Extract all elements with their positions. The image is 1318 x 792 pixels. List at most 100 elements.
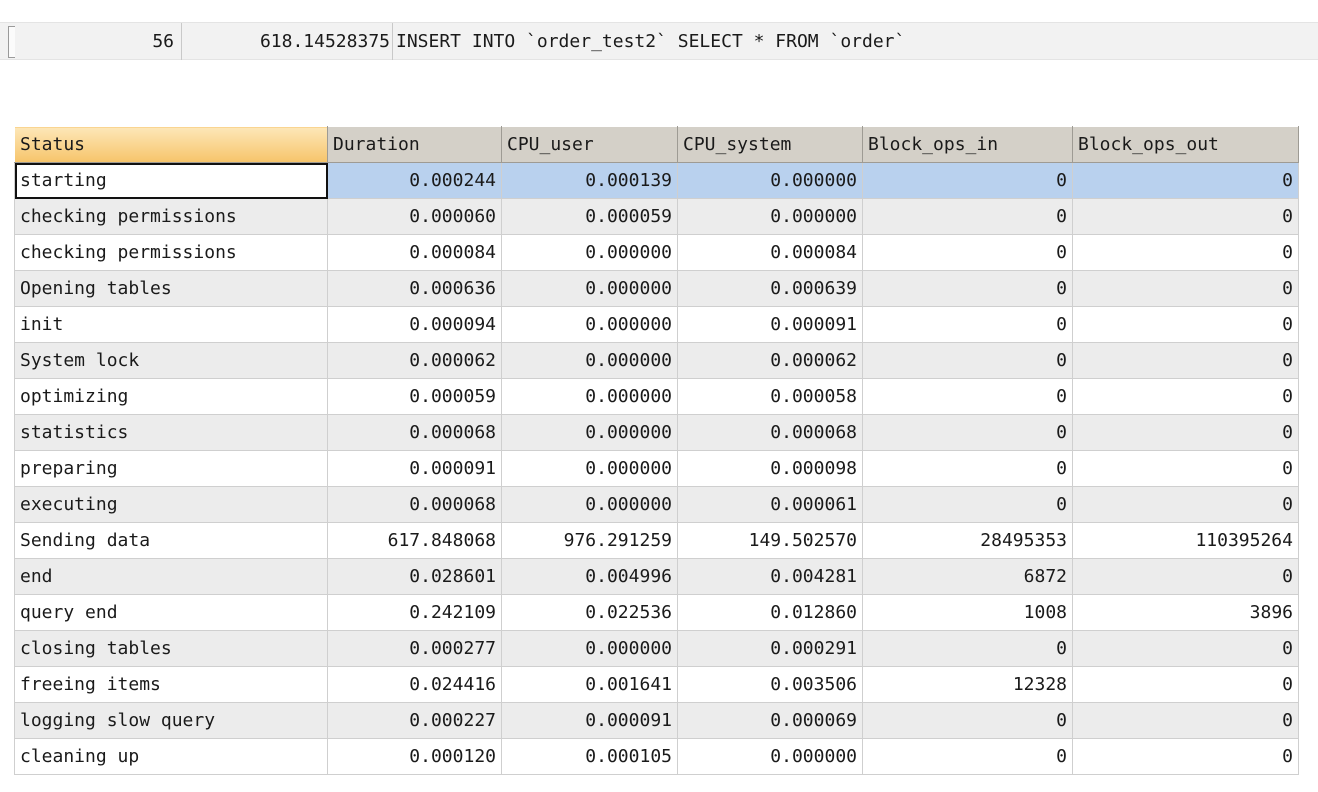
block-ops-in-cell[interactable]: 0	[862, 198, 1073, 235]
table-row[interactable]: closing tables 0.000277 0.000000 0.000291 0 0	[14, 630, 1299, 667]
cpu-system-cell[interactable]: 0.000068	[677, 414, 863, 451]
block-ops-in-cell[interactable]: 0	[862, 270, 1073, 307]
table-row[interactable]: logging slow query 0.000227 0.000091 0.0000…	[14, 702, 1299, 739]
block-ops-in-cell[interactable]: 0	[862, 342, 1073, 379]
cpu-system-cell[interactable]: 0.000061	[677, 486, 863, 523]
cpu-user-cell[interactable]: 0.000105	[501, 738, 678, 775]
duration-cell[interactable]: 0.028601	[327, 558, 502, 595]
block-ops-out-cell[interactable]: 0	[1072, 558, 1299, 595]
table-row[interactable]: freeing items 0.024416 0.001641 0.003506 123…	[14, 666, 1299, 703]
cpu-system-cell[interactable]: 0.000084	[677, 234, 863, 271]
duration-cell[interactable]: 0.000636	[327, 270, 502, 307]
status-cell[interactable]: checking permissions	[14, 234, 328, 271]
block-ops-out-cell[interactable]: 3896	[1072, 594, 1299, 631]
column-header-block-ops-out[interactable]: Block_ops_out	[1072, 126, 1299, 163]
column-header-duration[interactable]: Duration	[327, 126, 502, 163]
cpu-user-cell[interactable]: 0.001641	[501, 666, 678, 703]
cpu-system-cell[interactable]: 0.012860	[677, 594, 863, 631]
cpu-system-cell[interactable]: 0.003506	[677, 666, 863, 703]
block-ops-in-cell[interactable]: 1008	[862, 594, 1073, 631]
cpu-system-cell[interactable]: 0.000291	[677, 630, 863, 667]
table-row[interactable]: Opening tables 0.000636 0.000000 0.000639 0 0	[14, 270, 1299, 307]
block-ops-in-cell[interactable]: 28495353	[862, 522, 1073, 559]
duration-cell[interactable]: 0.000059	[327, 378, 502, 415]
cpu-system-cell[interactable]: 0.000000	[677, 198, 863, 235]
duration-cell[interactable]: 0.000091	[327, 450, 502, 487]
cpu-system-cell[interactable]: 0.000091	[677, 306, 863, 343]
status-cell[interactable]: Sending data	[14, 522, 328, 559]
status-cell[interactable]: end	[14, 558, 328, 595]
block-ops-out-cell[interactable]: 0	[1072, 198, 1299, 235]
status-cell[interactable]: closing tables	[14, 630, 328, 667]
cpu-user-cell[interactable]: 0.000091	[501, 702, 678, 739]
column-header-cpu-user[interactable]: CPU_user	[501, 126, 678, 163]
status-cell[interactable]: preparing	[14, 450, 328, 487]
column-header-block-ops-in[interactable]: Block_ops_in	[862, 126, 1073, 163]
cpu-user-cell[interactable]: 0.000000	[501, 630, 678, 667]
cpu-user-cell[interactable]: 0.004996	[501, 558, 678, 595]
block-ops-in-cell[interactable]: 12328	[862, 666, 1073, 703]
block-ops-in-cell[interactable]: 0	[862, 414, 1073, 451]
block-ops-in-cell[interactable]: 0	[862, 450, 1073, 487]
duration-cell[interactable]: 0.000068	[327, 486, 502, 523]
status-cell[interactable]: query end	[14, 594, 328, 631]
cpu-user-cell[interactable]: 0.022536	[501, 594, 678, 631]
query-list-row[interactable]: 56 618.14528375 INSERT INTO `order_test2…	[0, 22, 1318, 60]
block-ops-out-cell[interactable]: 0	[1072, 702, 1299, 739]
block-ops-out-cell[interactable]: 0	[1072, 630, 1299, 667]
table-row[interactable]: checking permissions 0.000084 0.000000 0.00…	[14, 234, 1299, 271]
status-cell[interactable]: Opening tables	[14, 270, 328, 307]
block-ops-in-cell[interactable]: 0	[862, 378, 1073, 415]
duration-cell[interactable]: 0.000244	[327, 162, 502, 199]
cpu-user-cell[interactable]: 0.000000	[501, 450, 678, 487]
duration-cell[interactable]: 617.848068	[327, 522, 502, 559]
duration-cell[interactable]: 0.000094	[327, 306, 502, 343]
block-ops-out-cell[interactable]: 0	[1072, 486, 1299, 523]
cpu-system-cell[interactable]: 0.000000	[677, 162, 863, 199]
cpu-user-cell[interactable]: 0.000000	[501, 378, 678, 415]
table-row[interactable]: Sending data 617.848068 976.291259 149.5025…	[14, 522, 1299, 559]
status-cell[interactable]: freeing items	[14, 666, 328, 703]
block-ops-in-cell[interactable]: 0	[862, 234, 1073, 271]
cpu-user-cell[interactable]: 976.291259	[501, 522, 678, 559]
block-ops-out-cell[interactable]: 0	[1072, 414, 1299, 451]
table-row[interactable]: init 0.000094 0.000000 0.000091 0 0	[14, 306, 1299, 343]
status-cell[interactable]: System lock	[14, 342, 328, 379]
status-cell[interactable]: checking permissions	[14, 198, 328, 235]
duration-cell[interactable]: 0.000084	[327, 234, 502, 271]
cpu-system-cell[interactable]: 0.004281	[677, 558, 863, 595]
cpu-system-cell[interactable]: 0.000000	[677, 738, 863, 775]
duration-cell[interactable]: 0.242109	[327, 594, 502, 631]
table-row[interactable]: cleaning up 0.000120 0.000105 0.000000 0 0	[14, 738, 1299, 775]
duration-cell[interactable]: 0.000062	[327, 342, 502, 379]
block-ops-out-cell[interactable]: 0	[1072, 234, 1299, 271]
cpu-user-cell[interactable]: 0.000000	[501, 306, 678, 343]
block-ops-out-cell[interactable]: 0	[1072, 270, 1299, 307]
block-ops-in-cell[interactable]: 0	[862, 306, 1073, 343]
block-ops-out-cell[interactable]: 0	[1072, 162, 1299, 199]
cpu-user-cell[interactable]: 0.000000	[501, 270, 678, 307]
table-row[interactable]: starting 0.000244 0.000139 0.000000 0 0	[14, 162, 1299, 199]
block-ops-out-cell[interactable]: 0	[1072, 378, 1299, 415]
duration-cell[interactable]: 0.000068	[327, 414, 502, 451]
block-ops-in-cell[interactable]: 0	[862, 702, 1073, 739]
table-row[interactable]: query end 0.242109 0.022536 0.012860 1008 389…	[14, 594, 1299, 631]
status-cell[interactable]: executing	[14, 486, 328, 523]
block-ops-in-cell[interactable]: 0	[862, 486, 1073, 523]
block-ops-in-cell[interactable]: 0	[862, 738, 1073, 775]
table-row[interactable]: optimizing 0.000059 0.000000 0.000058 0 0	[14, 378, 1299, 415]
table-row[interactable]: System lock 0.000062 0.000000 0.000062 0 0	[14, 342, 1299, 379]
column-header-status[interactable]: Status	[14, 126, 328, 163]
block-ops-out-cell[interactable]: 0	[1072, 666, 1299, 703]
status-cell[interactable]: optimizing	[14, 378, 328, 415]
table-row[interactable]: executing 0.000068 0.000000 0.000061 0 0	[14, 486, 1299, 523]
status-cell[interactable]: starting	[14, 162, 328, 199]
duration-cell[interactable]: 0.024416	[327, 666, 502, 703]
block-ops-in-cell[interactable]: 0	[862, 630, 1073, 667]
block-ops-in-cell[interactable]: 0	[862, 162, 1073, 199]
cpu-system-cell[interactable]: 0.000639	[677, 270, 863, 307]
status-cell[interactable]: statistics	[14, 414, 328, 451]
cpu-user-cell[interactable]: 0.000000	[501, 342, 678, 379]
table-row[interactable]: checking permissions 0.000060 0.000059 0.00…	[14, 198, 1299, 235]
column-header-cpu-system[interactable]: CPU_system	[677, 126, 863, 163]
